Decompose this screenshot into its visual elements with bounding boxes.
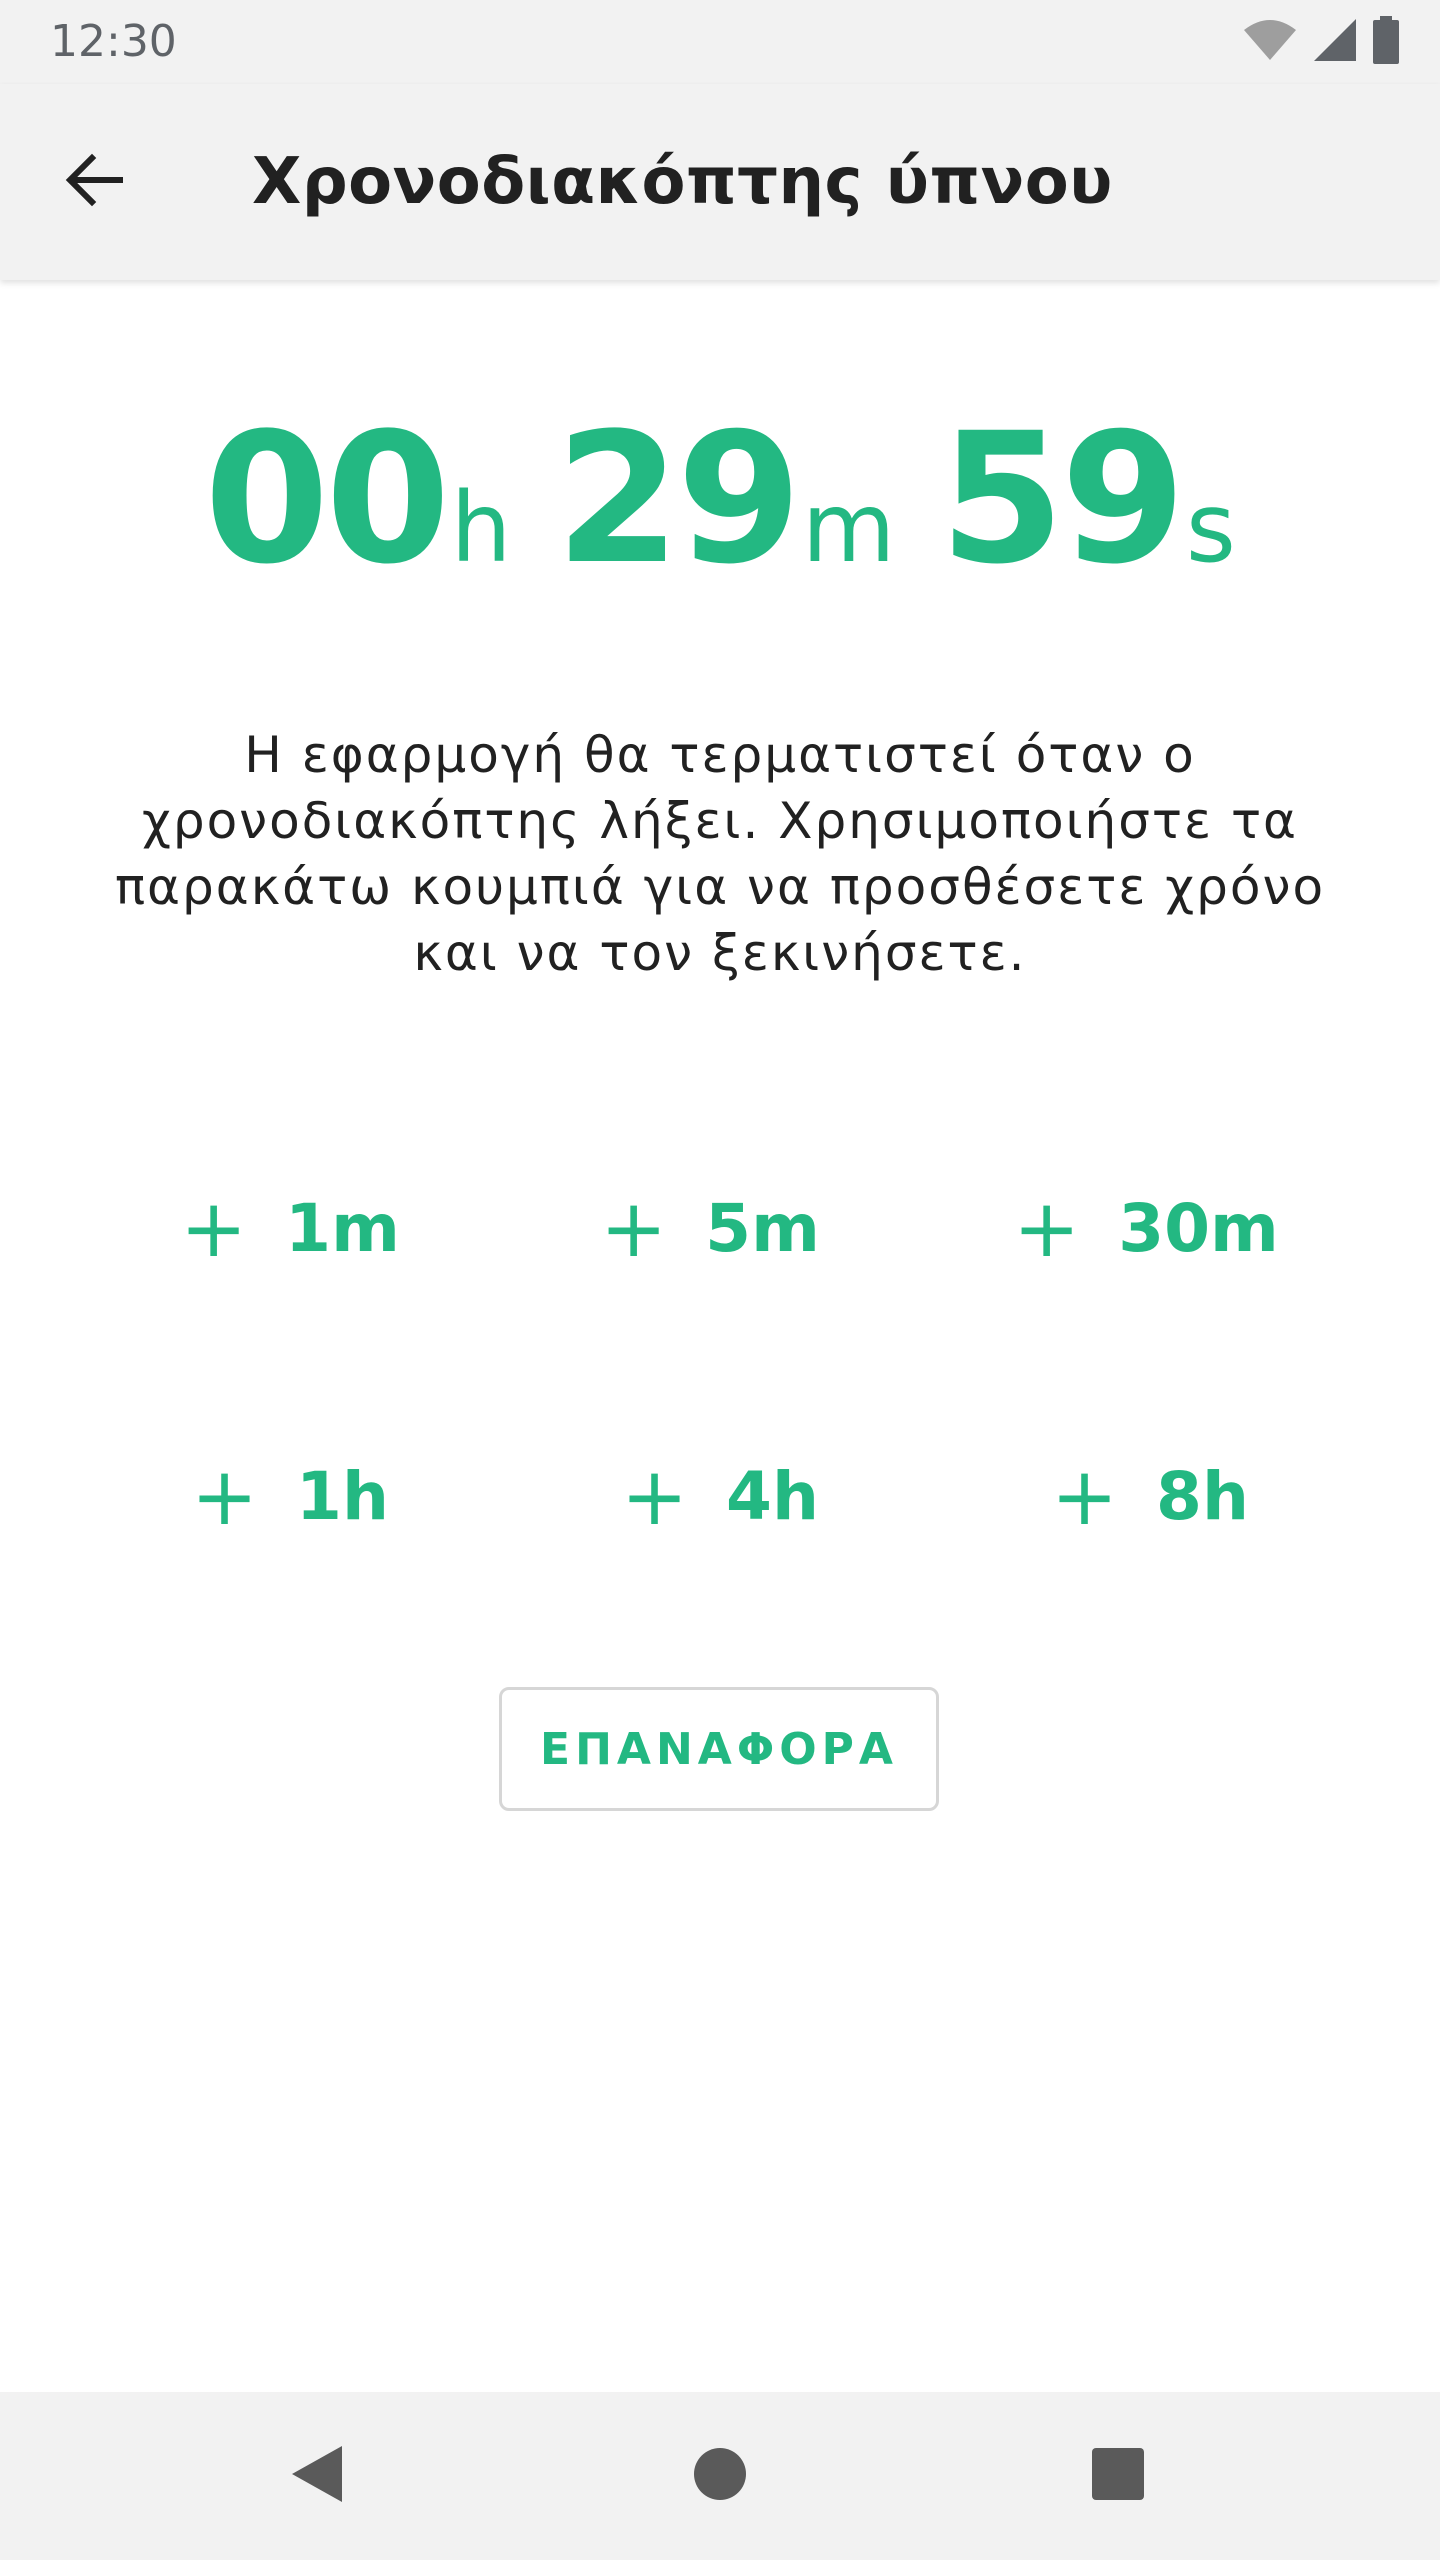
add-button-label: 30m (1118, 1190, 1279, 1267)
wifi-icon (1242, 18, 1298, 67)
add-button-label: 8h (1156, 1458, 1249, 1535)
timer-description: Η εφαρμογή θα τερματιστεί όταν ο χρονοδι… (114, 726, 1326, 982)
status-icons (1242, 15, 1400, 69)
navigation-bar (0, 2392, 1440, 2560)
add-8h-button[interactable]: + 8h (970, 1422, 1330, 1572)
plus-icon: + (621, 1450, 689, 1543)
timer-seconds: 59 (939, 395, 1185, 604)
add-30m-button[interactable]: + 30m (966, 1154, 1326, 1304)
add-1h-button[interactable]: + 1h (110, 1422, 470, 1572)
plus-icon: + (180, 1182, 248, 1275)
timer-hours-unit: h (450, 472, 512, 584)
plus-icon: + (600, 1182, 668, 1275)
add-4h-button[interactable]: + 4h (540, 1422, 900, 1572)
timer-display: 00 h 29 m 59 s (0, 400, 1440, 600)
back-button[interactable] (40, 128, 148, 236)
status-time: 12:30 (50, 16, 177, 67)
nav-home-icon (692, 2446, 748, 2507)
timer-minutes: 29 (555, 395, 801, 604)
timer-minutes-unit: m (801, 472, 896, 584)
cellular-signal-icon (1312, 17, 1358, 68)
nav-home-button[interactable] (664, 2420, 776, 2532)
reset-button[interactable]: ΕΠΑΝΑΦΟΡΑ (499, 1687, 939, 1811)
arrow-back-icon (62, 148, 126, 217)
add-button-label: 5m (705, 1190, 820, 1267)
page-title: Χρονοδιακόπτης ύπνου (252, 145, 1113, 219)
add-button-label: 1m (285, 1190, 400, 1267)
timer-hours: 00 (204, 395, 450, 604)
timer-seconds-unit: s (1185, 472, 1236, 584)
status-bar: 12:30 (0, 0, 1440, 84)
battery-icon (1372, 15, 1400, 69)
nav-back-icon (286, 2442, 350, 2511)
add-button-label: 1h (296, 1458, 389, 1535)
plus-icon: + (191, 1450, 259, 1543)
app-bar: Χρονοδιακόπτης ύπνου (0, 84, 1440, 280)
add-button-label: 4h (726, 1458, 819, 1535)
add-5m-button[interactable]: + 5m (530, 1154, 890, 1304)
nav-recents-button[interactable] (1062, 2420, 1174, 2532)
plus-icon: + (1051, 1450, 1119, 1543)
plus-icon: + (1013, 1182, 1081, 1275)
nav-back-button[interactable] (262, 2420, 374, 2532)
nav-recents-icon (1090, 2446, 1146, 2507)
add-1m-button[interactable]: + 1m (110, 1154, 470, 1304)
